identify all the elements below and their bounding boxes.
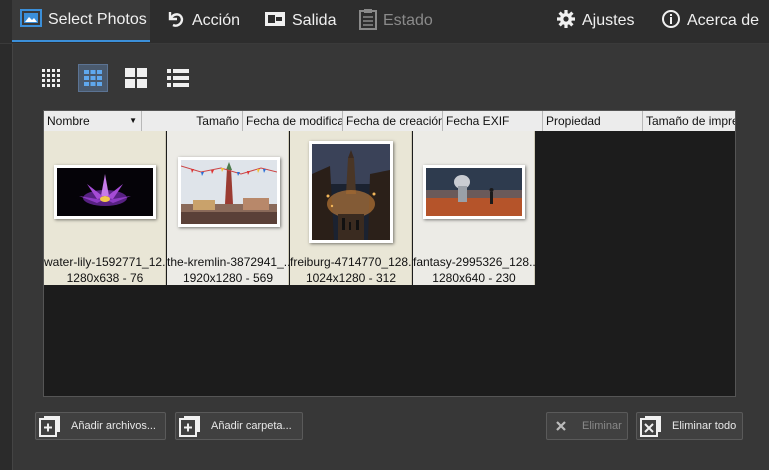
list-item[interactable]: water-lily-1592771_12... 1280x638 - 76: [44, 131, 166, 285]
list-item[interactable]: fantasy-2995326_128... 1280x640 - 230: [413, 131, 535, 285]
list-item[interactable]: freiburg-4714770_128... 1024x1280 - 312: [290, 131, 412, 285]
file-info: 1024x1280 - 312: [305, 271, 397, 285]
view-large-icons-button[interactable]: [121, 64, 151, 92]
remove-all-label: Eliminar todo: [672, 420, 737, 432]
column-label: Fecha de modifica: [246, 114, 343, 128]
column-header-modified[interactable]: Fecha de modifica: [243, 111, 343, 131]
view-small-icons-button[interactable]: [37, 64, 67, 92]
kremlin-image: [181, 160, 277, 224]
column-header-created[interactable]: Fecha de creación: [343, 111, 443, 131]
file-name: water-lily-1592771_12...: [44, 255, 166, 269]
add-files-label: Añadir archivos...: [71, 420, 156, 432]
file-list[interactable]: Nombre ▼ Tamaño Fecha de modifica Fecha …: [43, 110, 736, 397]
list-icon: [167, 69, 189, 87]
remove-all-button[interactable]: Eliminar todo: [636, 412, 743, 440]
thumbnail: [178, 157, 280, 227]
column-header-print-size[interactable]: Tamaño de impre: [643, 111, 735, 131]
column-label: Tamaño de impre: [646, 114, 735, 128]
medium-grid-icon: [84, 70, 102, 86]
column-label: Fecha de creación: [346, 114, 443, 128]
view-medium-icons-button[interactable]: [78, 64, 108, 92]
tab-output[interactable]: Salida: [264, 0, 336, 42]
thumbnail: [423, 165, 525, 219]
remove-label: Eliminar: [582, 420, 622, 432]
select-photos-icon: [20, 8, 42, 32]
small-grid-icon: [42, 69, 60, 87]
tab-select-photos[interactable]: Select Photos: [12, 0, 150, 42]
file-info: 1280x638 - 76: [66, 271, 144, 285]
file-name: fantasy-2995326_128...: [413, 255, 535, 269]
column-header-name[interactable]: Nombre ▼: [44, 111, 142, 131]
freiburg-image: [312, 144, 390, 240]
gear-icon: [556, 9, 576, 34]
add-folder-icon: [179, 416, 201, 437]
add-files-icon: [39, 416, 61, 437]
column-header-exif[interactable]: Fecha EXIF: [443, 111, 543, 131]
add-files-button[interactable]: Añadir archivos...: [35, 412, 166, 440]
output-icon: [264, 11, 286, 32]
about-label: Acerca de: [687, 12, 760, 29]
status-icon: [359, 8, 377, 35]
tab-label: Estado: [383, 12, 433, 29]
remove-button[interactable]: Eliminar: [546, 412, 628, 440]
column-label: Fecha EXIF: [446, 114, 510, 128]
sort-down-icon: ▼: [129, 116, 137, 125]
tab-action[interactable]: Acción: [166, 0, 240, 42]
view-details-button[interactable]: [163, 64, 193, 92]
large-grid-icon: [125, 68, 147, 88]
photo-selection-panel: Nombre ▼ Tamaño Fecha de modifica Fecha …: [12, 44, 769, 470]
close-icon: [550, 416, 572, 436]
tab-label: Salida: [292, 12, 337, 29]
top-toolbar: Select Photos Acción Salida Estado Ajust…: [0, 0, 769, 44]
file-info: 1920x1280 - 569: [182, 271, 274, 285]
add-folder-button[interactable]: Añadir carpeta...: [175, 412, 303, 440]
column-label: Nombre: [47, 114, 90, 128]
add-folder-label: Añadir carpeta...: [211, 420, 292, 432]
list-item[interactable]: the-kremlin-3872941_... 1920x1280 - 569: [167, 131, 289, 285]
about-button[interactable]: Acerca de: [661, 0, 759, 42]
file-info: 1280x640 - 230: [432, 271, 516, 285]
settings-button[interactable]: Ajustes: [556, 0, 634, 42]
water-lily-image: [57, 168, 153, 216]
info-icon: [661, 9, 681, 34]
tab-label: Acción: [192, 12, 241, 29]
tab-status[interactable]: Estado: [359, 0, 433, 42]
column-header-owner[interactable]: Propiedad: [543, 111, 643, 131]
column-header-size[interactable]: Tamaño: [142, 111, 243, 131]
settings-label: Ajustes: [582, 12, 635, 29]
remove-all-icon: [640, 416, 662, 437]
action-icon: [166, 9, 186, 34]
fantasy-image: [426, 168, 522, 216]
column-header: Nombre ▼ Tamaño Fecha de modifica Fecha …: [44, 111, 735, 131]
column-label: Tamaño: [196, 114, 239, 128]
file-name: freiburg-4714770_128...: [290, 255, 412, 269]
thumbnail: [309, 141, 393, 243]
column-label: Propiedad: [546, 114, 601, 128]
tab-label: Select Photos: [48, 11, 147, 28]
thumbnail: [54, 165, 156, 219]
file-name: the-kremlin-3872941_...: [167, 255, 289, 269]
